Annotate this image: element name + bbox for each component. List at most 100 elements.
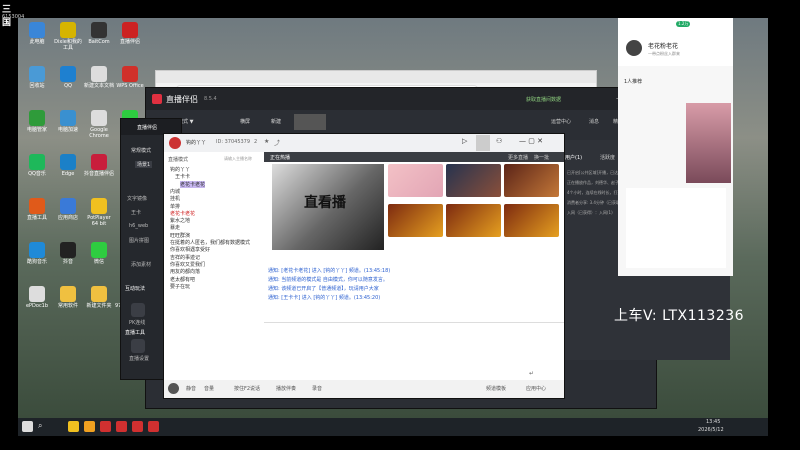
hot-switch-button[interactable]: 换一批 (534, 154, 549, 161)
desktop-app-icon (122, 22, 138, 38)
stream-thumb-3[interactable] (504, 164, 559, 197)
small-add-source[interactable]: 添加素材 (131, 261, 151, 268)
ops-tab-1[interactable]: 运营中心 (551, 118, 571, 125)
chat-input[interactable] (264, 324, 564, 376)
channel-tree-item[interactable]: 内城 (170, 188, 180, 195)
taskbar-date[interactable]: 2026/5/12 (698, 427, 724, 433)
channel-tree-item[interactable]: 你喜欢相遇享受好 (170, 246, 210, 253)
desktop-icon-label: 微信 (93, 259, 104, 265)
desktop-icon[interactable]: WPS Office (115, 66, 145, 89)
desktop-icon[interactable]: QQ (53, 66, 83, 89)
home-icon[interactable] (476, 135, 490, 151)
tree-search-input[interactable]: 请输入主播名称 (224, 156, 252, 162)
desktop-icon[interactable]: PotPlayer 64 bit (84, 198, 114, 227)
desktop-icon[interactable]: 回收站 (22, 66, 52, 89)
desktop-icon[interactable]: 应用商店 (53, 198, 83, 221)
desktop-icon-label: 电脑加速 (57, 127, 78, 133)
channel-tree-item[interactable]: 单排 (170, 203, 180, 210)
channel-tree-item[interactable]: 暴走 (170, 224, 180, 231)
taskbar-netease-icon[interactable] (100, 421, 111, 432)
desktop-icon[interactable]: 抖音直播伴侣 (84, 154, 114, 177)
channel-tree-item[interactable]: 紫水之地 (170, 217, 190, 224)
desktop-icon[interactable]: 此电脑 (22, 22, 52, 45)
start-icon[interactable] (22, 421, 33, 432)
stream-thumb-1[interactable] (388, 164, 443, 197)
desktop-icon[interactable]: Edge (53, 154, 83, 177)
live-settings-icon[interactable] (131, 339, 145, 353)
mute-button[interactable]: 静音 (186, 385, 196, 392)
send-icon[interactable]: ↵ (529, 370, 534, 377)
desktop-icon[interactable]: 电脑管家 (22, 110, 52, 133)
left-black-border: 三国 6153004 (0, 0, 24, 450)
window-controls[interactable]: — ▢ ✕ (519, 137, 543, 145)
desktop-icon[interactable]: 新建文本文档 (84, 66, 114, 89)
ops-tab-2[interactable]: 消息 (589, 118, 599, 125)
video-icon[interactable]: ▷ (462, 137, 467, 145)
channel-tree-item[interactable]: 在挺着的人匿名，我们都有数据模式 (170, 239, 250, 246)
taskbar-live2-icon[interactable] (132, 421, 143, 432)
stream-thumb-4[interactable] (388, 204, 443, 237)
taskbar-time[interactable]: 13:45 (706, 419, 720, 425)
back-tab-new[interactable]: 新建 (271, 118, 281, 125)
search-icon[interactable]: ⌕ (38, 421, 42, 431)
desktop-icon[interactable]: 新建文件夹 (84, 286, 114, 309)
channel-tree-item[interactable]: 要子在玩 (170, 283, 190, 290)
channel-tree-item[interactable]: 旺旺群演 (170, 232, 190, 239)
desktop-app-icon (91, 154, 107, 170)
desktop-icon[interactable]: Dixie和我的工具 (53, 22, 83, 51)
channel-tree-item[interactable]: 挂机 (170, 195, 180, 202)
star-icon[interactable]: ★ (264, 138, 269, 145)
desktop-icon[interactable]: 直播工具 (22, 198, 52, 221)
channel-template-button[interactable]: 频道模板 (486, 385, 506, 392)
channel-tree-item[interactable]: 老太都有吧 (170, 276, 195, 283)
volume-button[interactable]: 音量 (204, 385, 214, 392)
channel-tree-item[interactable]: 王卡卡 (175, 173, 190, 180)
desktop-icon[interactable]: 酷狗音乐 (22, 242, 52, 265)
stream-thumb-5[interactable] (446, 204, 501, 237)
desktop-icon[interactable]: QQ音乐 (22, 154, 52, 177)
desktop-icon[interactable]: Google Chrome (84, 110, 114, 139)
taskbar-chrome-icon[interactable] (68, 421, 79, 432)
record-button[interactable]: 录音 (312, 385, 322, 392)
channel-tree-item[interactable]: 吉祥的事迹记 (170, 254, 200, 261)
accompany-button[interactable]: 播放伴奏 (276, 385, 296, 392)
desktop-icon[interactable]: 微信 (84, 242, 114, 265)
channel-tree-item[interactable]: 老花卡老花 (180, 180, 206, 188)
desktop-icon[interactable]: 抖音 (53, 242, 83, 265)
ptt-button[interactable]: 按住F2说话 (234, 385, 260, 392)
hot-more-link[interactable]: 更多直播 (508, 154, 528, 161)
phone-mirror-window: 老花粉老花 一带点粉丝入群来 1.2万 1人推荐 (618, 18, 733, 276)
taskbar-app-icon[interactable] (84, 421, 95, 432)
desktop-icon[interactable]: 直播伴侣 (115, 22, 145, 45)
taskbar-live-icon[interactable] (116, 421, 127, 432)
desktop-icon[interactable]: BaitCom (84, 22, 114, 45)
channel-tree-item[interactable]: 老花卡老花 (170, 210, 195, 217)
stream-thumb-6[interactable] (504, 204, 559, 237)
small-mode[interactable]: 常规模式 (131, 147, 151, 154)
small-item-web[interactable]: h6_web (129, 223, 148, 229)
desktop-icon[interactable]: 常用软件 (53, 286, 83, 309)
small-item-text[interactable]: 文字镜像 (127, 195, 147, 202)
app-center-button[interactable]: 应用中心 (526, 385, 546, 392)
back-scene-label[interactable]: 横屏 (240, 118, 250, 125)
stream-thumb-2[interactable] (446, 164, 501, 197)
mid-tab-active[interactable]: 活跃度 (600, 154, 615, 161)
small-scene-1[interactable]: 场景1 (135, 161, 153, 168)
small-item-pic[interactable]: 图片拼图 (129, 237, 149, 244)
pk-icon[interactable] (131, 303, 145, 317)
small-section-tools: 直播工具 (125, 330, 146, 336)
taskbar-live3-icon[interactable] (148, 421, 159, 432)
desktop-icon[interactable]: 电脑加速 (53, 110, 83, 133)
small-item-wk[interactable]: 王卡 (131, 209, 141, 216)
desktop-app-icon (29, 198, 45, 214)
desktop-icon[interactable]: ePDoc1b (22, 286, 52, 309)
channel-tree-item[interactable]: 用友的都向落 (170, 268, 200, 275)
desktop-icon-label: 新建文件夹 (86, 303, 112, 309)
channel-tree-item[interactable]: 你喜欢又爱我们 (170, 261, 205, 268)
desktop-icon-label: QQ (64, 83, 72, 89)
channel-tree-item[interactable]: 钩的丫丫 (170, 166, 190, 173)
phone-tab[interactable]: 1人推荐 (624, 78, 642, 85)
share-icon[interactable]: ⤴ (274, 138, 280, 147)
featured-stream-title: 直看播 (304, 195, 346, 211)
game-icon[interactable]: ⚇ (496, 137, 502, 145)
